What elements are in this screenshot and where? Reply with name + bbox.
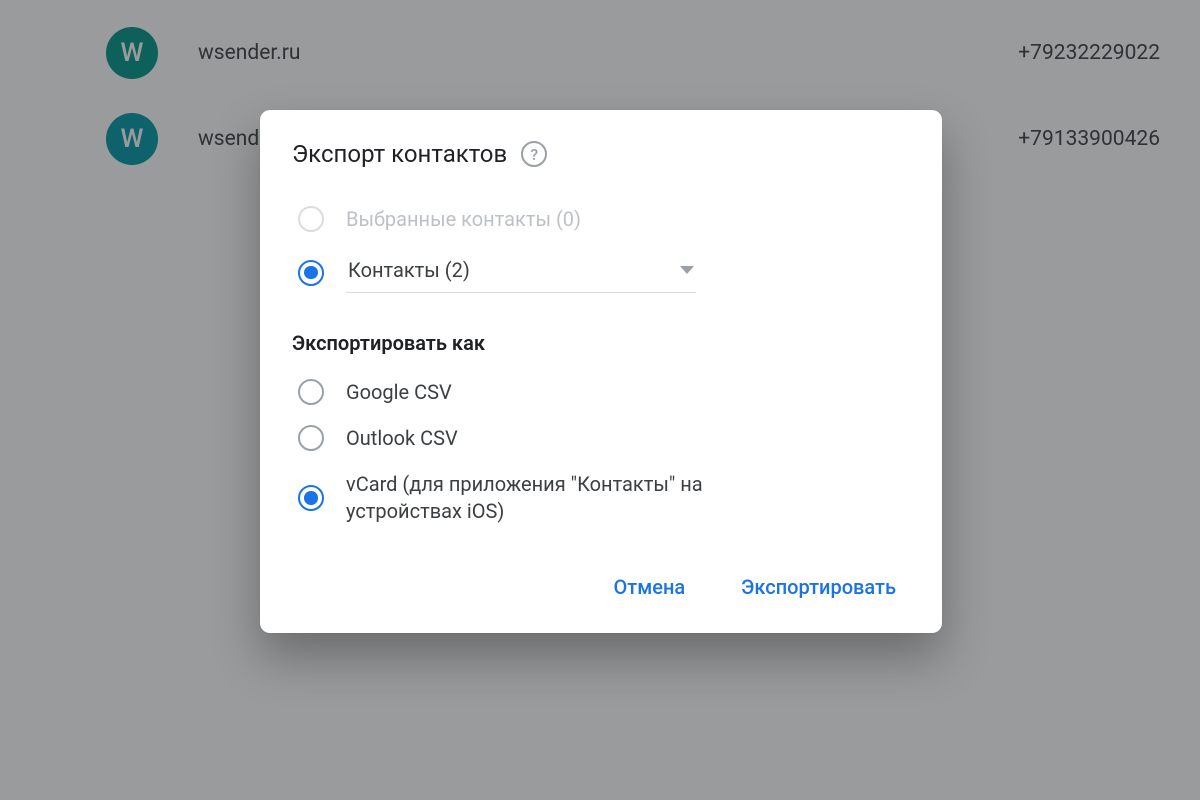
radio-label: Выбранные контакты (0) <box>346 207 581 231</box>
radio-icon <box>298 379 324 405</box>
cancel-button[interactable]: Отмена <box>606 565 694 609</box>
radio-icon <box>298 206 324 232</box>
export-button[interactable]: Экспортировать <box>733 565 904 609</box>
radio-icon <box>298 485 324 511</box>
radio-outlook-csv[interactable]: Outlook CSV <box>292 415 910 461</box>
radio-vcard[interactable]: vCard (для приложения "Контакты" на устр… <box>292 461 910 535</box>
radio-icon <box>298 425 324 451</box>
dialog-title: Экспорт контактов <box>292 140 507 168</box>
export-as-label: Экспортировать как <box>292 331 910 355</box>
help-icon[interactable]: ? <box>521 141 547 167</box>
radio-label: Google CSV <box>346 380 452 404</box>
chevron-down-icon <box>680 266 694 274</box>
radio-label: vCard (для приложения "Контакты" на устр… <box>346 471 776 525</box>
radio-label: Outlook CSV <box>346 426 458 450</box>
select-value: Контакты (2) <box>348 258 470 282</box>
radio-icon <box>298 260 324 286</box>
contacts-group-select[interactable]: Контакты (2) <box>346 252 696 293</box>
radio-google-csv[interactable]: Google CSV <box>292 369 910 415</box>
dialog-header: Экспорт контактов ? <box>292 140 910 168</box>
export-contacts-dialog: Экспорт контактов ? Выбранные контакты (… <box>260 110 942 633</box>
radio-selected-contacts: Выбранные контакты (0) <box>292 196 910 242</box>
radio-contacts-group[interactable]: Контакты (2) <box>292 242 910 303</box>
dialog-actions: Отмена Экспортировать <box>292 565 910 609</box>
